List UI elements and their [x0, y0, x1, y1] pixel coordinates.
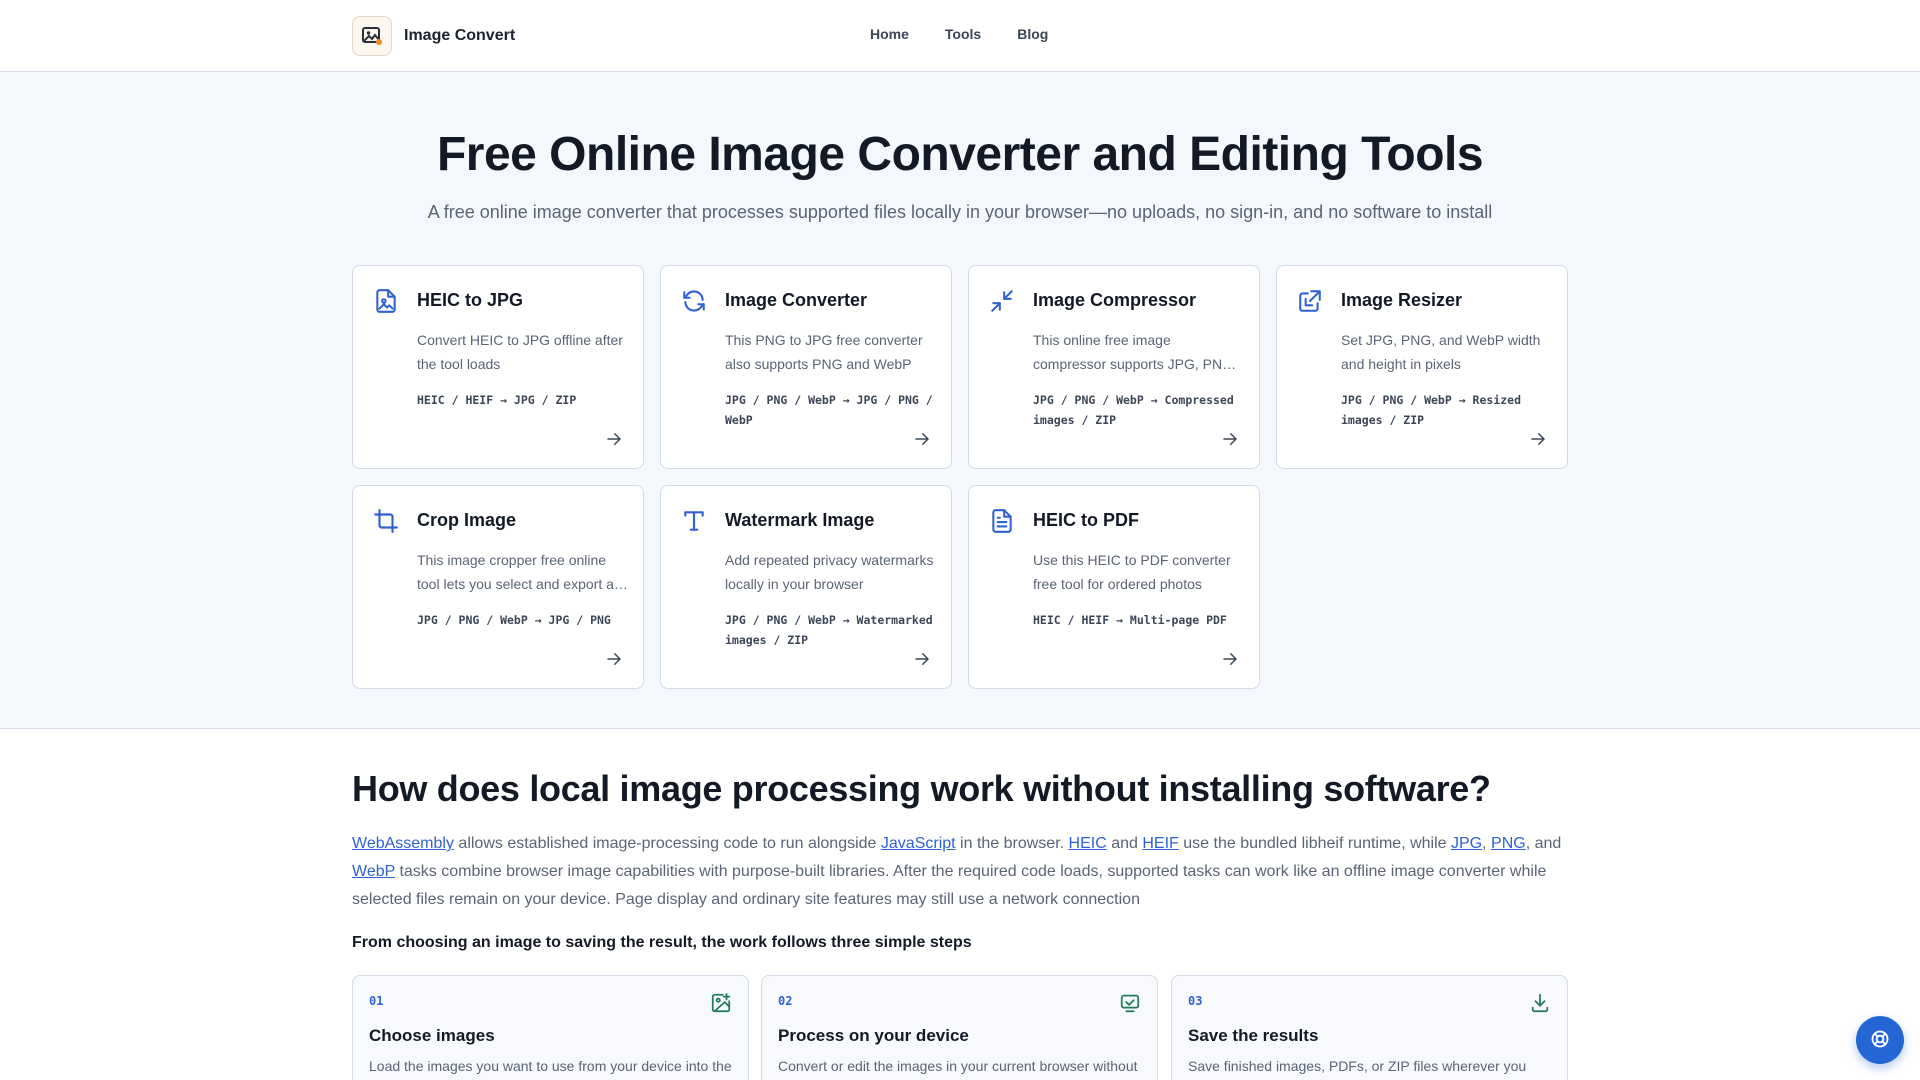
- refresh-icon: [681, 288, 707, 314]
- step-number: 02: [778, 994, 793, 1008]
- tool-card-heic-to-pdf[interactable]: HEIC to PDF Use this HEIC to PDF convert…: [968, 485, 1260, 689]
- tool-card-description: Convert HEIC to JPG offline after the to…: [417, 332, 623, 372]
- tool-card-title: Image Resizer: [1341, 290, 1463, 310]
- arrow-right-icon: [1221, 430, 1239, 448]
- arrow-right-icon: [1221, 650, 1239, 668]
- tool-card-description: This PNG to JPG free converter also supp…: [725, 332, 923, 372]
- tool-card-formats: JPG / PNG / WebP → Compressed images / Z…: [1033, 393, 1234, 427]
- compress-icon: [989, 288, 1015, 314]
- tool-card-watermark-image[interactable]: Watermark Image Add repeated privacy wat…: [660, 485, 952, 689]
- brand-link[interactable]: Image Convert: [352, 16, 515, 56]
- tool-card-title: Image Converter: [725, 290, 868, 310]
- tool-card-description: This online free image compressor suppor…: [1033, 332, 1237, 372]
- step-title: Choose images: [369, 1026, 495, 1045]
- nav-tools[interactable]: Tools: [945, 26, 981, 42]
- nav-blog[interactable]: Blog: [1017, 26, 1048, 42]
- body-text: tasks combine browser image capabilities…: [352, 863, 1547, 908]
- tool-card-image-compressor[interactable]: Image Compressor This online free image …: [968, 265, 1260, 469]
- step-description: Convert or edit the images in your curre…: [778, 1058, 1138, 1074]
- tool-card-title: HEIC to PDF: [1033, 510, 1139, 530]
- lifebuoy-icon: [1870, 1029, 1890, 1052]
- tool-card-title: Crop Image: [417, 510, 517, 530]
- step-description: Save finished images, PDFs, or ZIP files…: [1188, 1058, 1527, 1074]
- tool-card-formats: JPG / PNG / WebP → JPG / PNG / WebP: [725, 393, 933, 427]
- main-nav: Home Tools Blog: [870, 26, 1084, 42]
- text-icon: [681, 508, 707, 534]
- step-number: 03: [1188, 994, 1203, 1008]
- arrow-right-icon: [605, 650, 623, 668]
- download-icon: [1529, 992, 1551, 1014]
- body-text: in the browser.: [955, 835, 1069, 852]
- tool-card-title: HEIC to JPG: [417, 290, 524, 310]
- tool-card-formats: JPG / PNG / WebP → JPG / PNG: [417, 613, 611, 627]
- top-navbar: Image Convert Home Tools Blog: [0, 0, 1920, 72]
- step-card-save: 03 Save the results Save finished images…: [1171, 975, 1568, 1080]
- how-section-title: How does local image processing work wit…: [352, 768, 1491, 809]
- step-card-choose: 01 Choose images Load the images you wan…: [352, 975, 749, 1080]
- arrow-right-icon: [605, 430, 623, 448]
- crop-icon: [373, 508, 399, 534]
- tool-card-title: Image Compressor: [1033, 290, 1197, 310]
- tool-card-formats: HEIC / HEIF → JPG / ZIP: [417, 393, 577, 407]
- nav-home[interactable]: Home: [870, 26, 909, 42]
- tool-card-description: Use this HEIC to PDF converter free tool…: [1033, 552, 1231, 592]
- tool-card-image-converter[interactable]: Image Converter This PNG to JPG free con…: [660, 265, 952, 469]
- tool-card-formats: JPG / PNG / WebP → Watermarked images / …: [725, 613, 933, 647]
- arrow-right-icon: [1529, 430, 1547, 448]
- link-webassembly[interactable]: WebAssembly: [352, 835, 454, 852]
- arrow-right-icon: [913, 650, 931, 668]
- tool-card-title: Watermark Image: [725, 510, 875, 530]
- arrow-right-icon: [913, 430, 931, 448]
- page-subtitle: A free online image converter that proce…: [427, 202, 1493, 222]
- monitor-check-icon: [1119, 992, 1141, 1014]
- tool-card-formats: JPG / PNG / WebP → Resized images / ZIP: [1341, 393, 1522, 427]
- step-number: 01: [369, 994, 384, 1008]
- step-title: Process on your device: [778, 1026, 969, 1045]
- brand-name: Image Convert: [404, 27, 516, 44]
- page-title: Free Online Image Converter and Editing …: [436, 128, 1484, 181]
- heic-file-icon: [373, 288, 399, 314]
- document-icon: [989, 508, 1015, 534]
- link-webp[interactable]: WebP: [352, 863, 395, 880]
- tool-card-description: Add repeated privacy watermarks locally …: [725, 552, 934, 592]
- how-section-body: WebAssembly allows established image-pro…: [352, 830, 1568, 914]
- tool-card-crop-image[interactable]: Crop Image This image cropper free onlin…: [352, 485, 644, 689]
- hero-section: Free Online Image Converter and Editing …: [0, 72, 1920, 729]
- add-image-icon: [710, 992, 732, 1014]
- link-jpg[interactable]: JPG: [1451, 835, 1482, 852]
- tool-card-description: This image cropper free online tool lets…: [417, 552, 614, 592]
- body-text: , and: [1525, 835, 1562, 852]
- help-floating-button[interactable]: [1856, 1016, 1904, 1064]
- link-heic[interactable]: HEIC: [1069, 835, 1107, 852]
- body-text: allows established image-processing code…: [453, 835, 881, 852]
- steps-intro: From choosing an image to saving the res…: [352, 934, 972, 951]
- step-card-process: 02 Process on your device Convert or edi…: [761, 975, 1158, 1080]
- body-text: use the bundled libheif runtime, while: [1178, 835, 1451, 852]
- link-javascript[interactable]: JavaScript: [881, 835, 956, 852]
- tool-card-heic-to-jpg[interactable]: HEIC to JPG Convert HEIC to JPG offline …: [352, 265, 644, 469]
- link-heif[interactable]: HEIF: [1142, 835, 1178, 852]
- tool-card-formats: HEIC / HEIF → Multi-page PDF: [1033, 613, 1227, 627]
- body-text: and: [1106, 835, 1143, 852]
- tool-card-description: Set JPG, PNG, and WebP width and height …: [1341, 332, 1541, 372]
- step-title: Save the results: [1188, 1026, 1319, 1045]
- step-description: Load the images you want to use from you…: [369, 1058, 732, 1074]
- brand-logo-icon: [352, 16, 392, 56]
- resize-icon: [1297, 288, 1323, 314]
- body-text: ,: [1482, 835, 1492, 852]
- tool-card-image-resizer[interactable]: Image Resizer Set JPG, PNG, and WebP wid…: [1276, 265, 1568, 469]
- link-png[interactable]: PNG: [1491, 835, 1526, 852]
